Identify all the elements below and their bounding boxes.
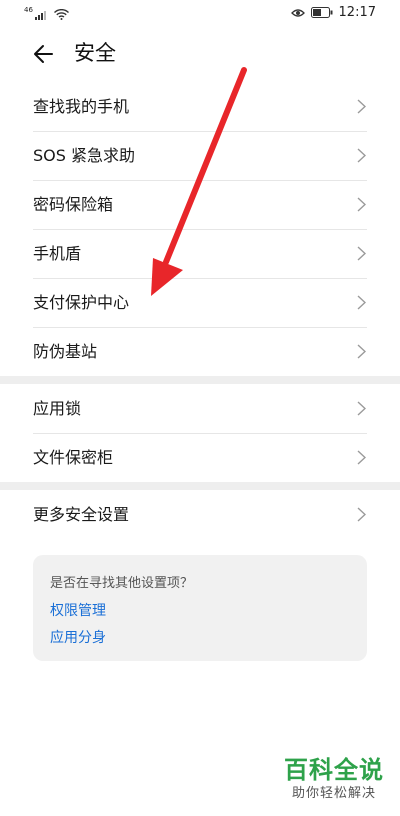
suggestion-card: 是否在寻找其他设置项？ 权限管理 应用分身 bbox=[33, 555, 367, 661]
item-label: 防伪基站 bbox=[33, 341, 98, 361]
suggestion-question: 是否在寻找其他设置项？ bbox=[50, 576, 194, 591]
list-item-file-safe[interactable]: 文件保密柜 bbox=[0, 433, 400, 482]
chevron-right-icon bbox=[357, 197, 366, 212]
watermark-subtitle: 助你轻松解决 bbox=[291, 786, 376, 801]
page-title: 安全 bbox=[74, 41, 116, 65]
app-twin-link[interactable]: 应用分身 bbox=[50, 627, 106, 647]
list-item-sos[interactable]: SOS 紧急求助 bbox=[0, 131, 400, 180]
chevron-right-icon bbox=[357, 401, 366, 416]
item-label: 文件保密柜 bbox=[33, 447, 114, 467]
item-label: 应用锁 bbox=[33, 398, 82, 418]
battery-icon bbox=[310, 7, 333, 18]
list-item-payment-protection[interactable]: 支付保护中心 bbox=[0, 278, 400, 327]
watermark-logo: 百科全说 助你轻松解决 bbox=[278, 755, 390, 803]
signal-icon bbox=[34, 11, 46, 20]
security-section-more: 更多安全设置 bbox=[0, 490, 400, 539]
list-item-more-security-settings[interactable]: 更多安全设置 bbox=[0, 490, 400, 539]
section-divider bbox=[0, 482, 400, 490]
section-divider bbox=[0, 376, 400, 384]
item-label: 查找我的手机 bbox=[33, 96, 130, 116]
security-section-main: 查找我的手机 SOS 紧急求助 密码保险箱 手机盾 支付保护中心 防伪基站 bbox=[0, 82, 400, 376]
chevron-right-icon bbox=[357, 148, 366, 163]
list-item-find-my-phone[interactable]: 查找我的手机 bbox=[0, 82, 400, 131]
back-button[interactable] bbox=[30, 40, 58, 68]
chevron-right-icon bbox=[357, 99, 366, 114]
chevron-right-icon bbox=[357, 450, 366, 465]
wifi-icon bbox=[53, 9, 69, 20]
settings-screen: 46 12:17 安全 查找我的手机 SOS 紧急求助 密码保险箱 手机盾 支付… bbox=[0, 0, 400, 816]
status-left: 46 bbox=[24, 6, 69, 20]
item-label: 更多安全设置 bbox=[33, 504, 130, 524]
watermark-title: 百科全说 bbox=[284, 756, 384, 784]
back-arrow-icon bbox=[34, 45, 53, 63]
status-right: 12:17 bbox=[290, 5, 376, 20]
chevron-right-icon bbox=[357, 344, 366, 359]
eye-comfort-icon bbox=[290, 8, 305, 17]
status-time: 12:17 bbox=[338, 5, 376, 20]
item-label: 密码保险箱 bbox=[33, 194, 114, 214]
list-item-password-vault[interactable]: 密码保险箱 bbox=[0, 180, 400, 229]
permission-management-link[interactable]: 权限管理 bbox=[50, 600, 106, 620]
list-item-fake-base-station[interactable]: 防伪基站 bbox=[0, 327, 400, 376]
security-section-privacy: 应用锁 文件保密柜 bbox=[0, 384, 400, 482]
header: 安全 bbox=[0, 26, 400, 82]
status-bar: 46 12:17 bbox=[0, 0, 400, 26]
network-type-label: 46 bbox=[24, 6, 33, 14]
chevron-right-icon bbox=[357, 295, 366, 310]
list-item-phone-shield[interactable]: 手机盾 bbox=[0, 229, 400, 278]
chevron-right-icon bbox=[357, 246, 366, 261]
item-label: 支付保护中心 bbox=[33, 292, 130, 312]
list-item-app-lock[interactable]: 应用锁 bbox=[0, 384, 400, 433]
item-label: 手机盾 bbox=[33, 243, 82, 263]
item-label: SOS 紧急求助 bbox=[33, 145, 135, 165]
chevron-right-icon bbox=[357, 507, 366, 522]
